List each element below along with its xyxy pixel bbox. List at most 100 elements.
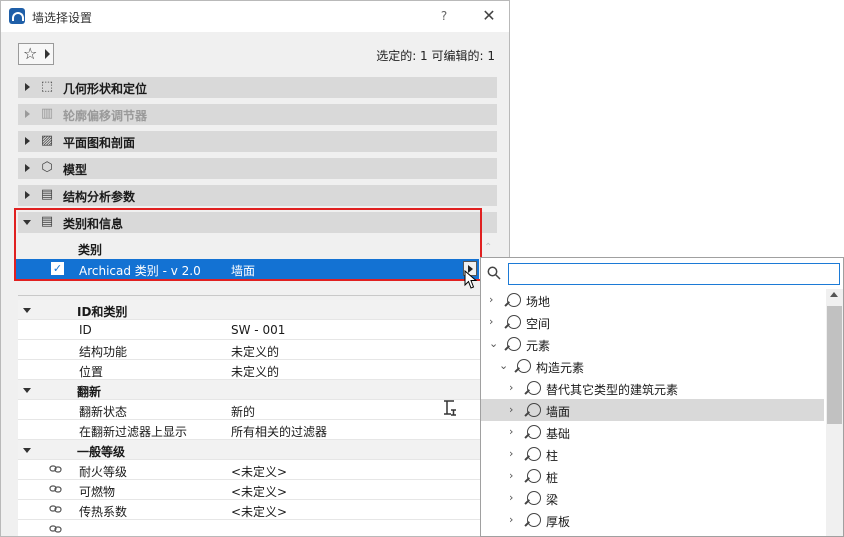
classification-item-icon [527, 425, 541, 439]
tree-item-label: 柱 [546, 449, 559, 463]
tree-item-label: 桩 [546, 471, 559, 485]
scroll-up-arrow-icon[interactable] [830, 292, 838, 297]
panel-header[interactable]: ⬡ 模型 [18, 158, 497, 179]
property-group-row[interactable]: 翻新 [18, 380, 480, 400]
classification-item-icon [527, 403, 541, 417]
tree-item[interactable]: › 空间 [481, 311, 824, 333]
link-icon [49, 524, 62, 534]
tree-item-label: 厚板 [546, 515, 571, 529]
panel-header[interactable]: ▤ 结构分析参数 [18, 185, 497, 206]
tree-item[interactable]: › 基础 [481, 421, 824, 443]
tree-item[interactable]: › 替代其它类型的建筑元素 [481, 377, 824, 399]
chevron-right-icon[interactable]: › [509, 425, 513, 438]
triangle-down-icon[interactable] [23, 448, 31, 453]
property-value[interactable]: <未定义> [231, 503, 287, 520]
scrollbar-thumb[interactable] [827, 306, 842, 424]
property-group-name: 翻新 [77, 385, 102, 399]
star-icon: ☆ [23, 44, 38, 63]
panel-label: 平面图和剖面 [63, 136, 136, 150]
tree-item-label: 场地 [526, 295, 551, 309]
renovation-icon[interactable] [441, 399, 459, 417]
classification-item-icon [527, 491, 541, 505]
close-button[interactable]: ✕ [479, 6, 499, 26]
wall-selection-settings-dialog: 墙选择设置 ? ✕ ☆ 选定的: 1 可编辑的: 1 ⬚ 几何形状和定位 ▥ 轮廓偏移… [0, 0, 510, 537]
favorites-button[interactable]: ☆ [18, 43, 54, 65]
chevron-down-icon[interactable]: ⌄ [489, 337, 498, 350]
property-row[interactable]: 在翻新过滤器上显示 所有相关的过滤器 [18, 420, 480, 440]
classification-highlight-box [14, 208, 482, 281]
property-row[interactable]: 位置 未定义的 [18, 360, 480, 380]
tree-scrollbar[interactable] [826, 289, 843, 536]
tree-item[interactable]: › 厚板 [481, 509, 824, 531]
title-bar: 墙选择设置 ? ✕ [1, 1, 509, 32]
window-title: 墙选择设置 [32, 11, 93, 25]
tree-item[interactable]: › 场地 [481, 289, 824, 311]
property-row[interactable]: 结构功能 未定义的 [18, 340, 480, 360]
property-row[interactable]: 耐火等级 <未定义> [18, 460, 480, 480]
floorplan-section-icon: ▨ [40, 133, 54, 148]
classification-tree-popup: › 场地 › 空间 ⌄ 元素 ⌄ 构造元素 › 替代其它类型的建筑元素 › 墙面 › 基础 › 柱 › 桩 › 梁 › 厚… [480, 257, 844, 537]
tree-item[interactable]: › 桩 [481, 465, 824, 487]
tree-item-label: 元素 [526, 339, 551, 353]
classification-item-icon [507, 315, 521, 329]
structural-analysis-icon: ▤ [40, 187, 54, 202]
property-value[interactable]: <未定义> [231, 483, 287, 500]
chevron-down-icon[interactable]: ⌄ [499, 359, 508, 372]
property-value[interactable]: 所有相关的过滤器 [231, 423, 327, 440]
property-name: 传热系数 [79, 505, 128, 519]
tree-item[interactable]: › 墙面 [481, 399, 824, 421]
search-icon [487, 266, 501, 280]
link-icon [49, 504, 62, 514]
chevron-right-icon[interactable]: › [509, 447, 513, 460]
triangle-down-icon[interactable] [23, 308, 31, 313]
selection-status: 选定的: 1 可编辑的: 1 [376, 49, 495, 63]
chevron-right-icon[interactable]: › [489, 315, 493, 328]
property-row[interactable]: 可燃物 <未定义> [18, 480, 480, 500]
panel-header[interactable]: ▨ 平面图和剖面 [18, 131, 497, 152]
property-value[interactable]: 新的 [231, 403, 255, 420]
property-group-row[interactable]: 一般等级 [18, 440, 480, 460]
chevron-right-icon[interactable]: › [509, 513, 513, 526]
property-group-row[interactable]: ID和类别 [18, 300, 480, 320]
property-value[interactable]: 未定义的 [231, 343, 279, 360]
panel-header[interactable]: ⬚ 几何形状和定位 [18, 77, 497, 98]
property-group-name: 一般等级 [77, 445, 126, 459]
tree-item[interactable]: ⌄ 构造元素 [481, 355, 824, 377]
classification-item-icon [527, 469, 541, 483]
classification-item-icon [507, 337, 521, 351]
property-value[interactable]: 未定义的 [231, 363, 279, 380]
model-icon: ⬡ [41, 160, 53, 175]
panel-label: 轮廓偏移调节器 [63, 109, 148, 123]
property-row[interactable]: 传热系数 <未定义> [18, 500, 480, 520]
property-row[interactable] [18, 520, 480, 536]
help-button[interactable]: ? [435, 7, 453, 25]
tree-search-input[interactable] [508, 263, 840, 285]
classification-item-icon [517, 359, 531, 373]
chevron-right-icon[interactable]: › [489, 293, 493, 306]
chevron-right-icon[interactable]: › [509, 469, 513, 482]
tree-item-label: 替代其它类型的建筑元素 [546, 383, 679, 397]
triangle-right-icon [25, 164, 30, 172]
classification-item-icon [527, 513, 541, 527]
chevron-right-icon[interactable]: › [509, 381, 513, 394]
property-name: 位置 [79, 365, 104, 379]
chevron-right-icon[interactable]: › [509, 491, 513, 504]
property-name: ID [79, 323, 92, 337]
triangle-down-icon[interactable] [23, 388, 31, 393]
property-name: 结构功能 [79, 345, 128, 359]
link-icon [49, 484, 62, 494]
property-row[interactable]: ID SW - 001 [18, 320, 480, 340]
tree-item[interactable]: ⌄ 元素 [481, 333, 824, 355]
link-icon [49, 464, 62, 474]
scroll-up-icon[interactable]: ⌃ [484, 242, 492, 253]
tree-item[interactable]: › 梁 [481, 487, 824, 509]
property-value[interactable]: <未定义> [231, 463, 287, 480]
properties-list: ID和类别 ID SW - 001 结构功能 未定义的 位置 未定义的 翻新 翻新状态 新的 在翻新… [18, 300, 480, 536]
geometry-icon: ⬚ [40, 79, 54, 94]
tree-item-label: 基础 [546, 427, 571, 441]
triangle-right-icon [25, 191, 30, 199]
property-row[interactable]: 翻新状态 新的 [18, 400, 480, 420]
property-value[interactable]: SW - 001 [231, 323, 285, 337]
chevron-right-icon[interactable]: › [509, 403, 513, 416]
tree-item[interactable]: › 柱 [481, 443, 824, 465]
